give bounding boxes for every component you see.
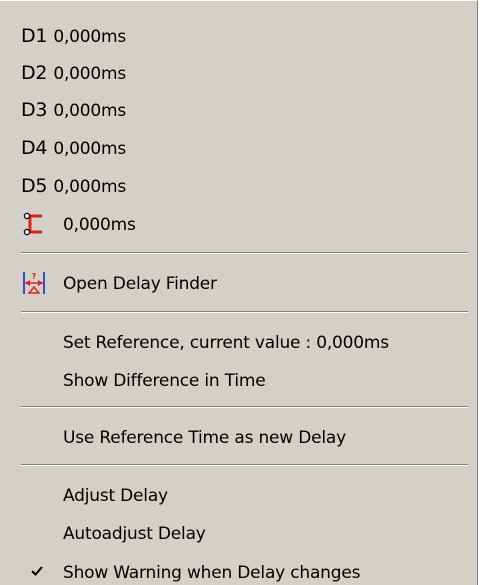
menu-item-link-delay[interactable]: 0,000ms xyxy=(0,206,477,243)
delay-finder-icon: ? xyxy=(21,270,47,296)
menu-item-delay-d2[interactable]: D2 0,000ms xyxy=(0,54,477,91)
menu-item-delay-d1[interactable]: D1 0,000ms xyxy=(0,17,477,54)
red-bracket-link-icon xyxy=(21,211,47,237)
delay-value: 0,000ms xyxy=(53,63,127,84)
menu-item-delay-d5[interactable]: D5 0,000ms xyxy=(0,167,477,204)
show-difference-label: Show Difference in Time xyxy=(63,370,266,391)
delay-name: D3 xyxy=(21,98,48,121)
delay-name: D1 xyxy=(21,24,48,47)
delay-d1-label: D1 0,000ms xyxy=(21,25,126,47)
svg-text:?: ? xyxy=(32,272,37,281)
context-menu: D1 0,000ms D2 0,000ms D3 0,000ms D4 0,00… xyxy=(0,0,478,585)
menu-item-delay-d4[interactable]: D4 0,000ms xyxy=(0,129,477,166)
menu-item-show-warning[interactable]: Show Warning when Delay changes xyxy=(0,554,477,585)
link-delay-value: 0,000ms xyxy=(63,214,136,235)
show-warning-label: Show Warning when Delay changes xyxy=(63,562,361,583)
delay-value: 0,000ms xyxy=(53,176,127,197)
menu-separator xyxy=(21,406,468,408)
delay-name: D5 xyxy=(21,174,48,197)
autoadjust-delay-label: Autoadjust Delay xyxy=(63,523,206,544)
menu-item-show-difference[interactable]: Show Difference in Time xyxy=(0,362,477,399)
delay-name: D4 xyxy=(21,136,48,159)
delay-value: 0,000ms xyxy=(53,26,127,47)
use-reference-label: Use Reference Time as new Delay xyxy=(63,427,346,448)
delay-value: 0,000ms xyxy=(53,138,127,159)
delay-d2-label: D2 0,000ms xyxy=(21,62,126,84)
delay-d5-label: D5 0,000ms xyxy=(21,175,126,197)
menu-separator xyxy=(21,464,468,466)
open-delay-finder-label: Open Delay Finder xyxy=(63,273,217,294)
menu-item-adjust-delay[interactable]: Adjust Delay xyxy=(0,477,477,514)
menu-separator xyxy=(21,311,468,313)
menu-item-set-reference[interactable]: Set Reference, current value : 0,000ms xyxy=(0,324,477,361)
delay-d3-label: D3 0,000ms xyxy=(21,99,126,121)
menu-item-use-reference[interactable]: Use Reference Time as new Delay xyxy=(0,419,477,456)
delay-name: D2 xyxy=(21,61,48,84)
menu-separator xyxy=(21,252,468,254)
adjust-delay-label: Adjust Delay xyxy=(63,485,168,506)
menu-item-delay-d3[interactable]: D3 0,000ms xyxy=(0,91,477,128)
menu-item-open-delay-finder[interactable]: ? Open Delay Finder xyxy=(0,265,477,302)
delay-value: 0,000ms xyxy=(53,100,127,121)
checkmark-icon xyxy=(30,563,44,583)
delay-d4-label: D4 0,000ms xyxy=(21,137,126,159)
menu-item-autoadjust-delay[interactable]: Autoadjust Delay xyxy=(0,515,477,552)
set-reference-label: Set Reference, current value : 0,000ms xyxy=(63,332,389,353)
